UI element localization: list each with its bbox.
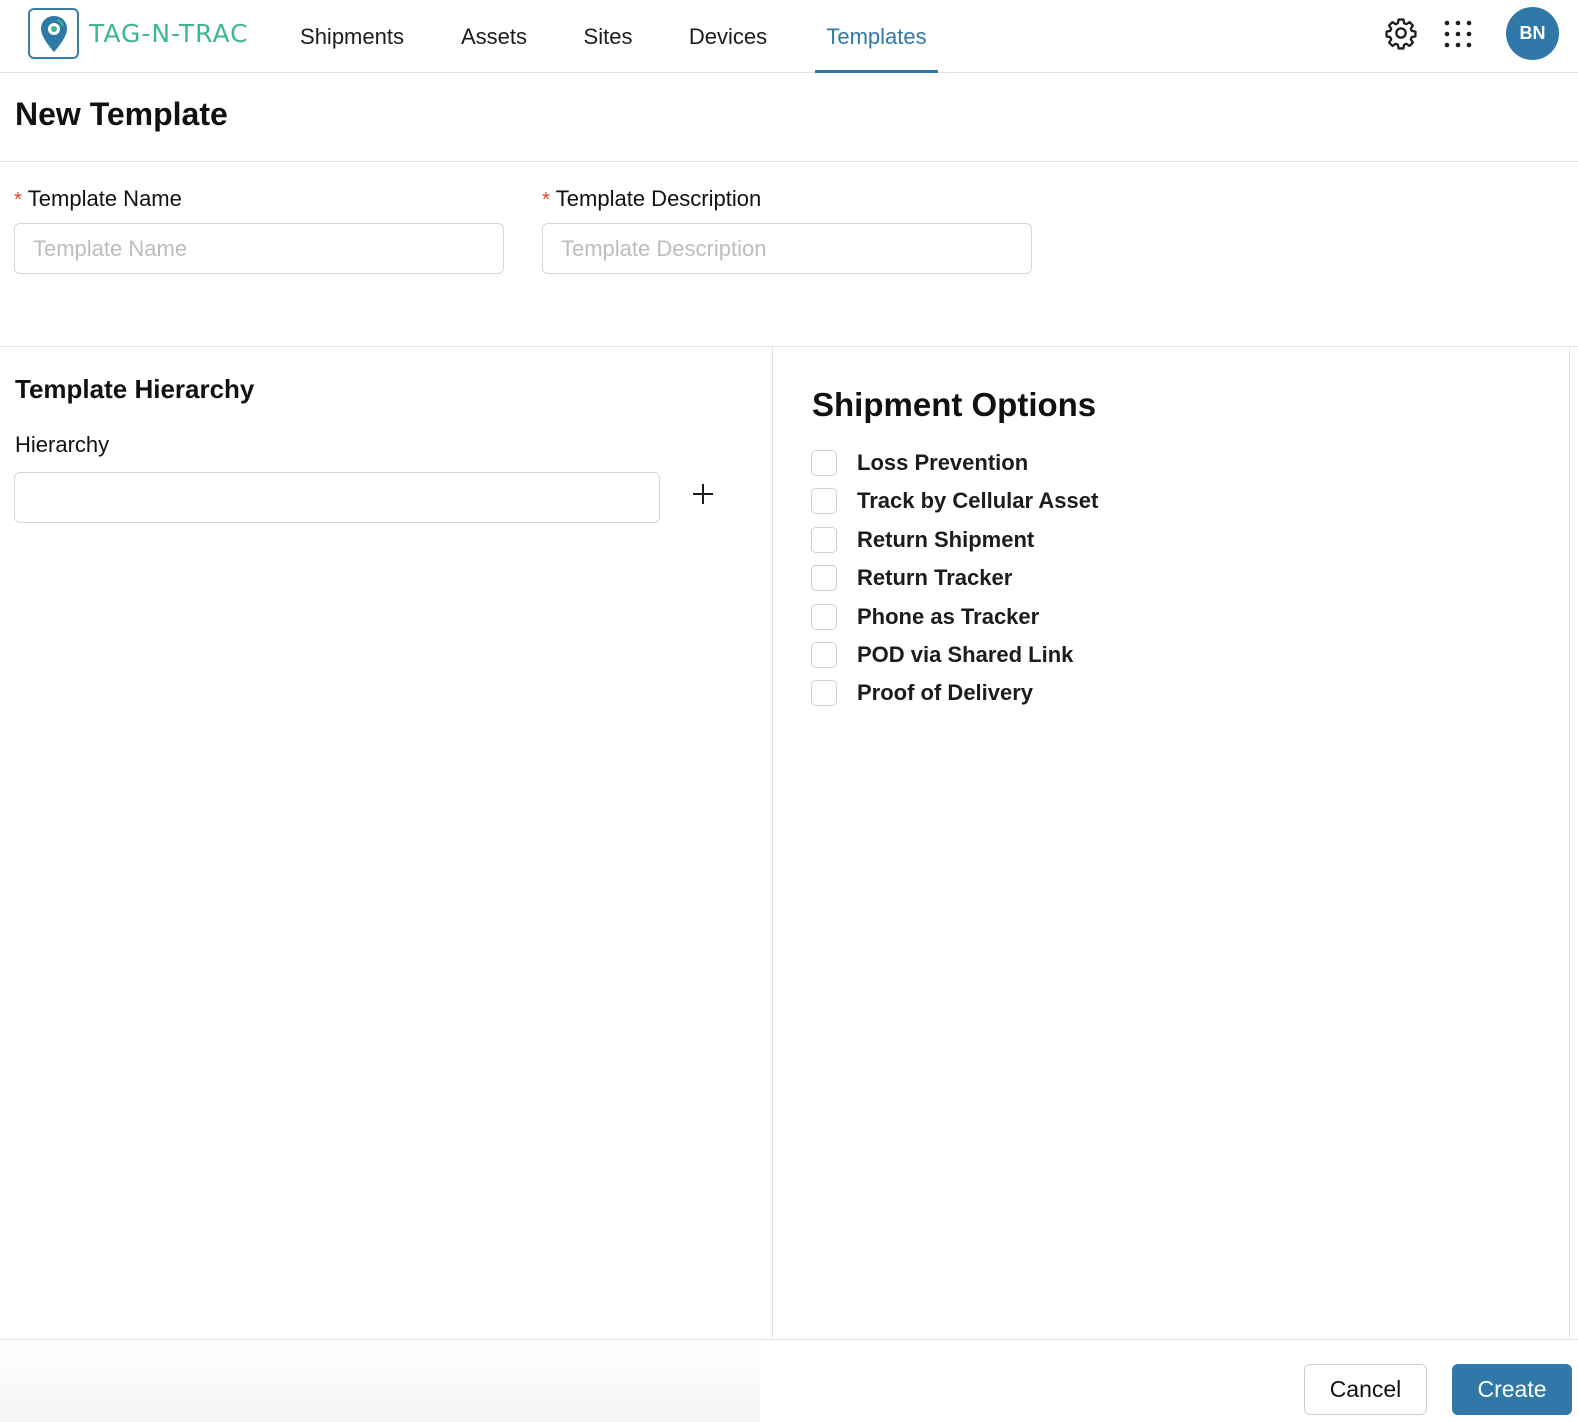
plus-icon[interactable] bbox=[686, 477, 720, 511]
tab-devices[interactable]: Devices bbox=[684, 0, 772, 73]
option-phone-as-tracker[interactable]: Phone as Tracker bbox=[811, 603, 1039, 631]
template-hierarchy-title: Template Hierarchy bbox=[15, 374, 255, 404]
divider bbox=[0, 161, 1578, 162]
hierarchy-label: Hierarchy bbox=[15, 432, 110, 457]
checkbox[interactable] bbox=[811, 604, 837, 630]
option-label: POD via Shared Link bbox=[857, 642, 1074, 667]
required-marker: * bbox=[14, 189, 22, 211]
create-button[interactable]: Create bbox=[1452, 1364, 1572, 1415]
shipment-options-title: Shipment Options bbox=[812, 386, 1097, 423]
option-return-tracker[interactable]: Return Tracker bbox=[811, 564, 1012, 592]
option-label: Phone as Tracker bbox=[857, 604, 1040, 629]
option-return-shipment[interactable]: Return Shipment bbox=[811, 526, 1034, 554]
checkbox[interactable] bbox=[811, 527, 837, 553]
template-name-input[interactable] bbox=[14, 223, 504, 274]
avatar[interactable]: BN bbox=[1506, 7, 1559, 60]
checkbox[interactable] bbox=[811, 488, 837, 514]
option-loss-prevention[interactable]: Loss Prevention bbox=[811, 449, 1028, 477]
required-marker: * bbox=[542, 189, 550, 211]
option-pod-via-shared-link[interactable]: POD via Shared Link bbox=[811, 641, 1073, 669]
panel-divider bbox=[772, 347, 773, 1339]
tab-shipments[interactable]: Shipments bbox=[296, 0, 408, 73]
checkbox[interactable] bbox=[811, 680, 837, 706]
logo-text: TAG-N-TRAC bbox=[89, 19, 249, 48]
top-nav-bar: TAG-N-TRAC Shipments Assets Sites Device… bbox=[0, 0, 1578, 73]
app-root: TAG-N-TRAC Shipments Assets Sites Device… bbox=[0, 0, 1578, 1422]
template-name-label: * Template Name bbox=[14, 186, 182, 212]
location-pin-logo-icon bbox=[28, 8, 79, 59]
divider bbox=[0, 346, 1578, 347]
logo[interactable]: TAG-N-TRAC bbox=[28, 8, 249, 59]
option-label: Proof of Delivery bbox=[857, 680, 1034, 705]
template-description-label: * Template Description bbox=[542, 186, 761, 212]
checkbox[interactable] bbox=[811, 565, 837, 591]
template-description-label-text: Template Description bbox=[555, 186, 762, 211]
scrollbar-track bbox=[1569, 347, 1570, 1339]
option-label: Loss Prevention bbox=[857, 450, 1029, 475]
option-proof-of-delivery[interactable]: Proof of Delivery bbox=[811, 679, 1033, 707]
gear-icon[interactable] bbox=[1383, 15, 1419, 51]
tab-assets[interactable]: Assets bbox=[458, 0, 530, 73]
option-track-by-cellular-asset[interactable]: Track by Cellular Asset bbox=[811, 487, 1098, 515]
hierarchy-input[interactable] bbox=[14, 472, 660, 523]
option-label: Return Tracker bbox=[857, 565, 1013, 590]
cancel-button[interactable]: Cancel bbox=[1304, 1364, 1427, 1415]
footer-shadow bbox=[0, 1340, 760, 1422]
page-title: New Template bbox=[15, 96, 228, 132]
apps-grid-icon[interactable] bbox=[1441, 17, 1475, 51]
option-label: Track by Cellular Asset bbox=[857, 488, 1099, 513]
template-name-label-text: Template Name bbox=[27, 186, 182, 211]
tab-sites[interactable]: Sites bbox=[581, 0, 635, 73]
tab-templates[interactable]: Templates bbox=[815, 0, 938, 73]
checkbox[interactable] bbox=[811, 450, 837, 476]
checkbox[interactable] bbox=[811, 642, 837, 668]
template-description-input[interactable] bbox=[542, 223, 1032, 274]
option-label: Return Shipment bbox=[857, 527, 1035, 552]
